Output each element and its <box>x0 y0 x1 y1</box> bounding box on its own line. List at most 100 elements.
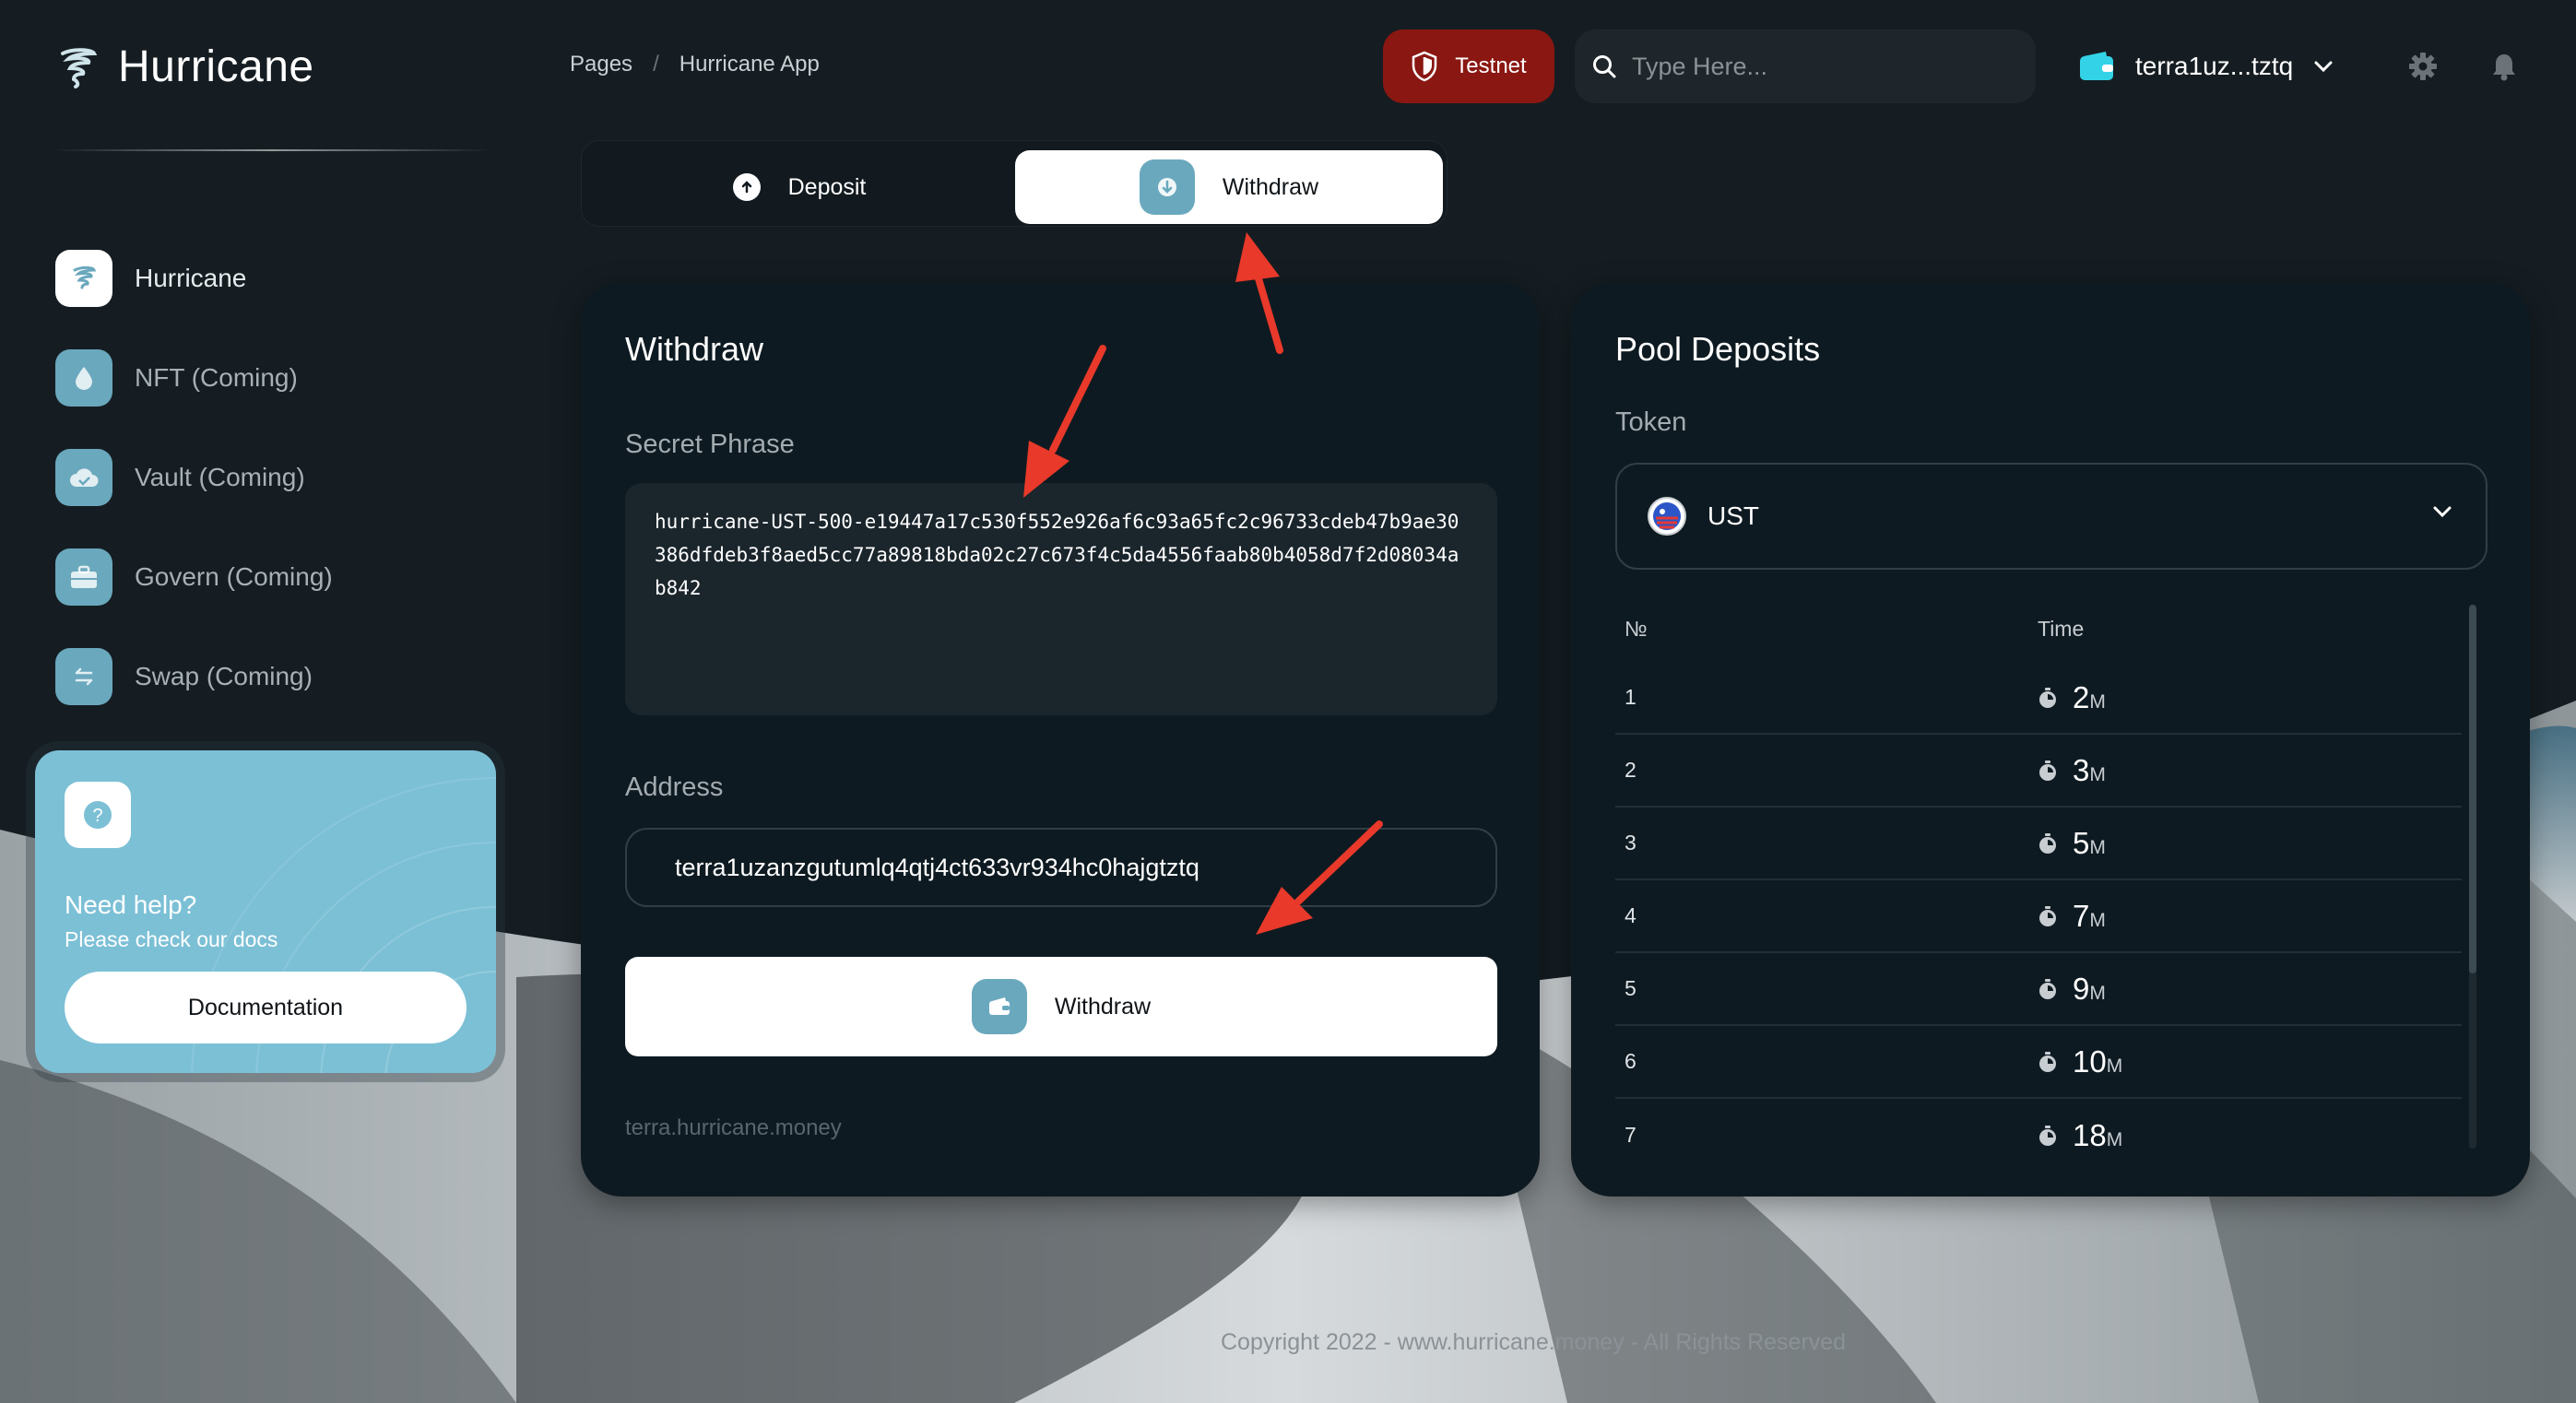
sidebar-item-label: Swap (Coming) <box>135 662 313 690</box>
sidebar-item-hurricane[interactable]: Hurricane <box>55 229 498 328</box>
row-number: 2 <box>1625 758 1637 782</box>
column-number: № <box>1625 616 1648 641</box>
search-input[interactable] <box>1632 52 2001 81</box>
ust-token-icon <box>1648 497 1686 536</box>
table-row: 3 5M <box>1615 808 2462 880</box>
time-unit: M <box>2089 909 2106 931</box>
site-link[interactable]: terra.hurricane.money <box>625 1115 842 1141</box>
row-number: 4 <box>1625 903 1637 927</box>
stopwatch-icon <box>2039 832 2056 854</box>
time-value: 9 <box>2073 971 2090 1006</box>
breadcrumb-pages[interactable]: Pages <box>570 52 632 77</box>
sidebar-item-govern[interactable]: Govern (Coming) <box>55 527 498 627</box>
sidebar-item-vault[interactable]: Vault (Coming) <box>55 428 498 527</box>
secret-phrase-field[interactable]: hurricane-UST-500-e19447a17c530f552e926a… <box>625 483 1497 715</box>
token-select[interactable]: UST <box>1615 463 2487 570</box>
table-body: 1 2M 2 3M 3 5M 4 7M 5 9M 6 10M 7 18M <box>1615 662 2462 1172</box>
table-row: 5 9M <box>1615 953 2462 1026</box>
row-time: 10M <box>2038 1044 2122 1079</box>
svg-text:?: ? <box>92 806 102 826</box>
row-time: 9M <box>2038 972 2106 1007</box>
chevron-down-icon <box>2314 61 2333 73</box>
table-row: 2 3M <box>1615 735 2462 808</box>
testnet-label: Testnet <box>1455 53 1527 78</box>
withdraw-title: Withdraw <box>625 330 764 368</box>
search-box <box>1575 29 2036 103</box>
secret-phrase-label: Secret Phrase <box>625 430 795 459</box>
sidebar-item-label: NFT (Coming) <box>135 363 298 392</box>
brand[interactable]: Hurricane <box>55 37 314 96</box>
time-value: 10 <box>2073 1043 2107 1079</box>
stopwatch-icon <box>2039 1051 2056 1072</box>
testnet-button[interactable]: Testnet <box>1383 29 1554 103</box>
arrow-down-circle-icon <box>1139 159 1195 215</box>
scrollbar-thumb[interactable] <box>2469 605 2476 973</box>
deposits-table: № Time 1 2M 2 3M 3 5M 4 7M 5 9M 6 10M 7 18M <box>1615 595 2462 1172</box>
sidebar-item-nft[interactable]: NFT (Coming) <box>55 328 498 428</box>
withdraw-card: Withdraw Secret Phrase hurricane-UST-500… <box>581 282 1540 1197</box>
sidebar-nav: Hurricane NFT (Coming) Vault (Coming) Go… <box>55 229 498 726</box>
time-value: 18 <box>2073 1117 2107 1152</box>
copyright: Copyright 2022 - www.hurricane.money - A… <box>1221 1329 1847 1355</box>
row-number: 1 <box>1625 685 1637 709</box>
sidebar-item-label: Vault (Coming) <box>135 463 305 491</box>
drop-icon <box>55 349 112 407</box>
pool-title: Pool Deposits <box>1615 330 1821 368</box>
time-unit: M <box>2089 763 2106 785</box>
wallet-selector[interactable]: terra1uz...tztq <box>2078 42 2334 90</box>
question-icon: ? <box>65 782 131 848</box>
breadcrumb: Pages / Hurricane App <box>570 52 820 77</box>
stopwatch-icon <box>2039 687 2056 708</box>
gear-icon[interactable] <box>2408 52 2438 81</box>
pool-deposits-card: Pool Deposits Token UST № Time 1 2M 2 3M 3 5M… <box>1571 282 2530 1197</box>
hurricane-icon <box>55 250 112 307</box>
stopwatch-icon <box>2039 978 2056 999</box>
search-icon <box>1593 55 1616 78</box>
time-unit: M <box>2106 1055 2123 1077</box>
deposit-withdraw-tabs: Deposit Withdraw <box>581 140 1448 227</box>
tab-withdraw[interactable]: Withdraw <box>1015 150 1443 224</box>
help-subtitle: Please check our docs <box>65 927 278 951</box>
token-label: Token <box>1615 407 1687 437</box>
column-time: Time <box>2038 616 2085 641</box>
tab-deposit-label: Deposit <box>787 173 867 200</box>
stopwatch-icon <box>2039 905 2056 926</box>
bell-icon[interactable] <box>2491 52 2517 81</box>
table-row: 1 2M <box>1615 662 2462 735</box>
table-row: 6 10M <box>1615 1026 2462 1099</box>
documentation-button[interactable]: Documentation <box>65 972 467 1043</box>
withdraw-button-label: Withdraw <box>1054 993 1152 1020</box>
row-time: 3M <box>2038 753 2106 788</box>
time-unit: M <box>2089 982 2106 1004</box>
shield-icon <box>1412 51 1437 82</box>
time-value: 7 <box>2073 898 2090 933</box>
tab-withdraw-label: Withdraw <box>1222 173 1319 200</box>
help-card: ? Need help? Please check our docs Docum… <box>35 750 496 1073</box>
sidebar-item-label: Hurricane <box>135 264 247 292</box>
brand-title: Hurricane <box>118 41 314 91</box>
time-unit: M <box>2089 690 2106 713</box>
withdraw-button[interactable]: Withdraw <box>625 957 1497 1056</box>
row-number: 5 <box>1625 976 1637 1000</box>
address-label: Address <box>625 772 724 802</box>
swap-icon <box>55 648 112 705</box>
row-number: 6 <box>1625 1049 1637 1073</box>
chevron-down-icon <box>2433 506 2452 518</box>
time-value: 5 <box>2073 825 2090 860</box>
breadcrumb-current: Hurricane App <box>679 52 820 77</box>
sidebar-item-swap[interactable]: Swap (Coming) <box>55 627 498 726</box>
time-unit: M <box>2106 1128 2123 1150</box>
tab-deposit[interactable]: Deposit <box>585 150 1013 224</box>
row-number: 7 <box>1625 1123 1637 1147</box>
briefcase-icon <box>55 548 112 606</box>
hurricane-logo-icon <box>61 48 98 88</box>
table-header: № Time <box>1615 595 2462 662</box>
cloud-icon <box>55 449 112 506</box>
brand-divider <box>53 149 490 151</box>
time-value: 2 <box>2073 679 2090 714</box>
wallet-icon <box>971 979 1027 1034</box>
address-field[interactable] <box>625 828 1497 907</box>
time-value: 3 <box>2073 752 2090 787</box>
help-title: Need help? <box>65 890 197 919</box>
wallet-icon <box>2080 52 2113 80</box>
